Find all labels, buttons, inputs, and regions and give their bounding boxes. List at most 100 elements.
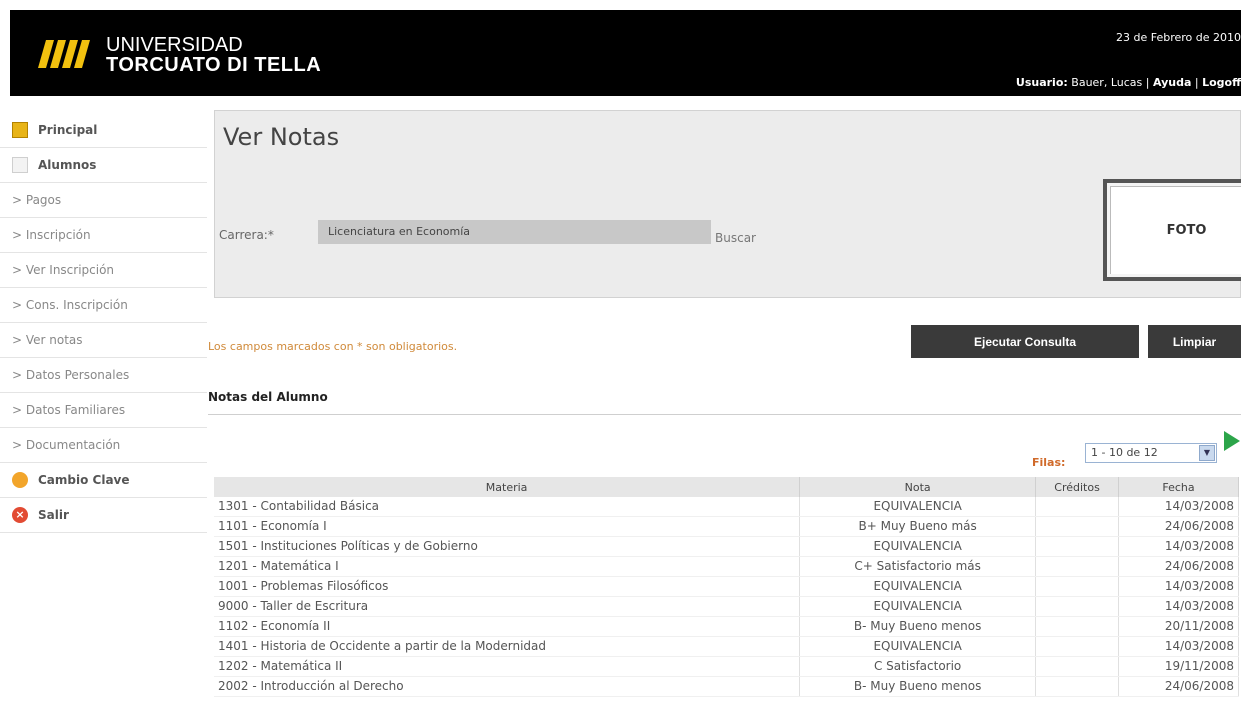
sidebar-item-pagos[interactable]: > Pagos <box>0 183 207 218</box>
carrera-label: Carrera:* <box>219 228 274 242</box>
table-row: 1501 - Instituciones Políticas y de Gobi… <box>214 536 1239 558</box>
table-row: 1102 - Economía II B- Muy Bueno menos 20… <box>214 616 1239 638</box>
cell-fecha: 14/03/2008 <box>1118 576 1239 598</box>
cell-fecha: 14/03/2008 <box>1118 497 1239 518</box>
filas-value: 1 - 10 de 12 <box>1091 446 1158 459</box>
cell-materia: 1101 - Economía I <box>214 516 801 538</box>
cell-fecha: 14/03/2008 <box>1118 636 1239 658</box>
sidebar-item-ver-notas[interactable]: > Ver notas <box>0 323 207 358</box>
sidebar-nav: Principal Alumnos > Pagos > Inscripción … <box>0 113 207 533</box>
next-page-icon[interactable] <box>1224 431 1240 451</box>
user-name: Bauer, Lucas <box>1071 76 1143 89</box>
cell-creditos <box>1035 616 1120 638</box>
sidebar-item-label: Cambio Clave <box>38 473 130 487</box>
sidebar-item-inscripcion[interactable]: > Inscripción <box>0 218 207 253</box>
cell-nota: EQUIVALENCIA <box>799 497 1037 518</box>
table-row: 1401 - Historia de Occidente a partir de… <box>214 636 1239 658</box>
cell-nota: EQUIVALENCIA <box>799 576 1037 598</box>
cell-creditos <box>1035 596 1120 618</box>
sidebar-item-cons-inscripcion[interactable]: > Cons. Inscripción <box>0 288 207 323</box>
cell-nota: B- Muy Bueno menos <box>799 616 1037 638</box>
cell-nota: EQUIVALENCIA <box>799 636 1037 658</box>
current-date: 23 de Febrero de 2010 <box>1115 31 1241 44</box>
table-row: 1101 - Economía I B+ Muy Bueno más 24/06… <box>214 516 1239 538</box>
cell-fecha: 19/11/2008 <box>1118 656 1239 678</box>
table-row: 2002 - Introducción al Derecho B- Muy Bu… <box>214 676 1239 698</box>
column-header-nota[interactable]: Nota <box>799 477 1037 497</box>
cell-nota: B- Muy Bueno menos <box>799 676 1037 698</box>
column-header-fecha[interactable]: Fecha <box>1118 477 1239 497</box>
logo-line-1: UNIVERSIDAD <box>106 34 243 56</box>
required-fields-note: Los campos marcados con * son obligatori… <box>208 340 458 353</box>
header-bar: UNIVERSIDAD TORCUATO DI TELLA 23 de Febr… <box>10 10 1241 96</box>
cell-fecha: 24/06/2008 <box>1118 556 1239 578</box>
utdt-logo-icon <box>38 40 90 68</box>
table-row: 1301 - Contabilidad Básica EQUIVALENCIA … <box>214 497 1239 518</box>
sidebar-item-datos-personales[interactable]: > Datos Personales <box>0 358 207 393</box>
cell-creditos <box>1035 576 1120 598</box>
user-bar: Usuario: Bauer, Lucas | Ayuda | Logoff <box>1015 76 1241 89</box>
sidebar-item-ver-inscripcion[interactable]: > Ver Inscripción <box>0 253 207 288</box>
cell-creditos <box>1035 676 1120 698</box>
table-row: 1001 - Problemas Filosóficos EQUIVALENCI… <box>214 576 1239 598</box>
sidebar-item-principal[interactable]: Principal <box>0 113 207 148</box>
cell-fecha: 24/06/2008 <box>1118 516 1239 538</box>
logo-line-2: TORCUATO DI TELLA <box>106 54 322 76</box>
exit-icon: × <box>12 507 28 523</box>
sidebar-item-documentacion[interactable]: > Documentación <box>0 428 207 463</box>
cell-creditos <box>1035 636 1120 658</box>
filas-label: Filas: <box>1032 456 1066 469</box>
limpiar-button[interactable]: Limpiar <box>1148 325 1241 358</box>
user-label: Usuario: <box>1015 76 1068 89</box>
university-logo-text: UNIVERSIDAD TORCUATO DI TELLA <box>106 35 321 75</box>
cell-materia: 1401 - Historia de Occidente a partir de… <box>214 636 801 658</box>
home-icon <box>12 122 28 138</box>
sidebar-item-alumnos[interactable]: Alumnos <box>0 148 207 183</box>
document-icon <box>12 157 28 173</box>
cell-creditos <box>1035 497 1120 518</box>
ejecutar-consulta-button[interactable]: Ejecutar Consulta <box>911 325 1139 358</box>
sidebar-item-datos-familiares[interactable]: > Datos Familiares <box>0 393 207 428</box>
sidebar-item-salir[interactable]: × Salir <box>0 498 207 533</box>
table-row: 1201 - Matemática I C+ Satisfactorio más… <box>214 556 1239 578</box>
cell-creditos <box>1035 556 1120 578</box>
section-divider <box>208 414 1241 415</box>
cell-fecha: 20/11/2008 <box>1118 616 1239 638</box>
cell-materia: 1001 - Problemas Filosóficos <box>214 576 801 598</box>
section-title: Notas del Alumno <box>208 390 328 404</box>
sidebar-item-label: Principal <box>38 123 98 137</box>
cell-fecha: 14/03/2008 <box>1118 536 1239 558</box>
cell-materia: 9000 - Taller de Escritura <box>214 596 801 618</box>
page-title: Ver Notas <box>223 123 340 151</box>
table-header-row: Materia Nota Créditos Fecha <box>214 477 1239 497</box>
key-icon <box>12 472 28 488</box>
cell-creditos <box>1035 516 1120 538</box>
photo-placeholder: FOTO <box>1110 186 1241 274</box>
query-panel: Ver Notas Carrera:* Licenciatura en Econ… <box>214 110 1241 298</box>
carrera-field[interactable]: Licenciatura en Economía <box>318 220 711 244</box>
sidebar-item-label: Alumnos <box>38 158 97 172</box>
ayuda-link[interactable]: Ayuda <box>1153 76 1191 89</box>
column-header-materia[interactable]: Materia <box>214 477 801 497</box>
cell-materia: 1201 - Matemática I <box>214 556 801 578</box>
cell-materia: 1501 - Instituciones Políticas y de Gobi… <box>214 536 801 558</box>
cell-creditos <box>1035 656 1120 678</box>
column-header-creditos[interactable]: Créditos <box>1035 477 1120 497</box>
sidebar-item-cambio-clave[interactable]: Cambio Clave <box>0 463 207 498</box>
cell-nota: C Satisfactorio <box>799 656 1037 678</box>
cell-nota: B+ Muy Bueno más <box>799 516 1037 538</box>
chevron-down-icon[interactable]: ▼ <box>1199 445 1215 461</box>
buscar-link[interactable]: Buscar <box>715 231 756 245</box>
table-row: 9000 - Taller de Escritura EQUIVALENCIA … <box>214 596 1239 618</box>
logoff-link[interactable]: Logoff <box>1202 76 1241 89</box>
filas-select[interactable]: 1 - 10 de 12 ▼ <box>1085 443 1217 463</box>
table-row: 1202 - Matemática II C Satisfactorio 19/… <box>214 656 1239 678</box>
cell-fecha: 24/06/2008 <box>1118 676 1239 698</box>
photo-frame: FOTO <box>1103 179 1241 281</box>
cell-nota: C+ Satisfactorio más <box>799 556 1037 578</box>
cell-fecha: 14/03/2008 <box>1118 596 1239 618</box>
sidebar-item-label: Salir <box>38 508 69 522</box>
cell-materia: 1301 - Contabilidad Básica <box>214 497 801 518</box>
cell-nota: EQUIVALENCIA <box>799 596 1037 618</box>
cell-materia: 1102 - Economía II <box>214 616 801 638</box>
